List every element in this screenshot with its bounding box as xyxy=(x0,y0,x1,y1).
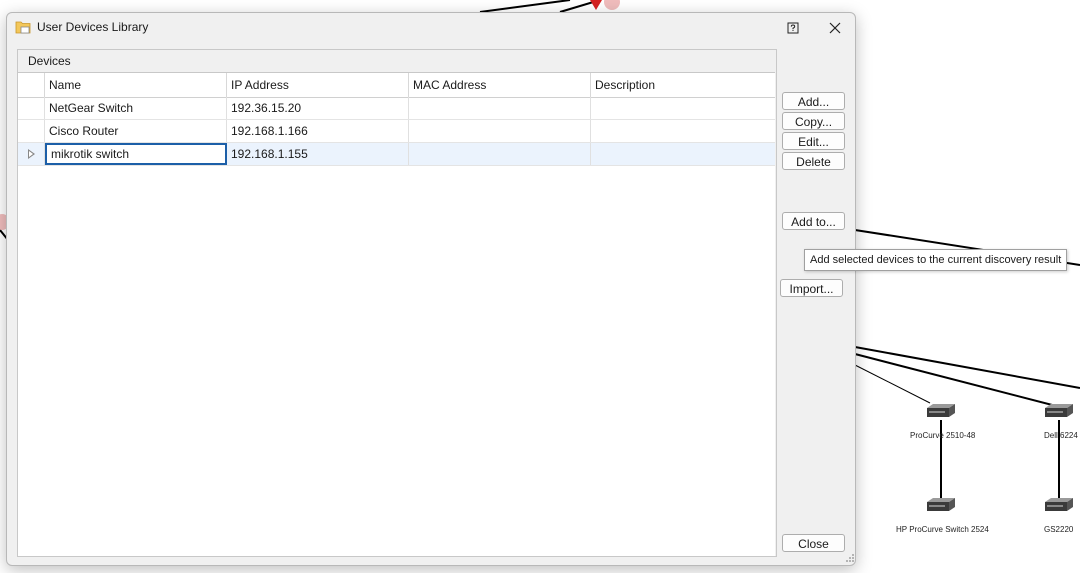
user-devices-library-dialog: User Devices Library Devices Name IP Add… xyxy=(6,12,856,566)
devices-group: Devices Name IP Address MAC Address Desc… xyxy=(17,49,777,557)
delete-button[interactable]: Delete xyxy=(782,152,845,170)
cell-mac[interactable] xyxy=(409,97,591,119)
table-row-selected[interactable]: mikrotik switch 192.168.1.155 xyxy=(18,143,775,166)
help-button[interactable] xyxy=(784,19,802,37)
switch-icon[interactable] xyxy=(1043,402,1075,420)
add-to-button[interactable]: Add to... xyxy=(782,212,845,230)
close-window-button[interactable] xyxy=(823,17,847,39)
table-row[interactable]: NetGear Switch 192.36.15.20 xyxy=(18,97,775,120)
cell-description[interactable] xyxy=(591,143,775,165)
column-header-name[interactable]: Name xyxy=(45,73,227,97)
add-button[interactable]: Add... xyxy=(782,92,845,110)
copy-button[interactable]: Copy... xyxy=(782,112,845,130)
node-label: ProCurve 2510-48 xyxy=(910,431,976,440)
header-indicator xyxy=(18,73,45,97)
column-header-ip[interactable]: IP Address xyxy=(227,73,409,97)
add-to-tooltip: Add selected devices to the current disc… xyxy=(804,249,1068,271)
table-row[interactable]: Cisco Router 192.168.1.166 xyxy=(18,120,775,143)
switch-icon[interactable] xyxy=(1043,496,1075,514)
cell-description[interactable] xyxy=(591,97,775,119)
cell-name-editor[interactable]: mikrotik switch xyxy=(45,143,227,165)
edit-button[interactable]: Edit... xyxy=(782,132,845,150)
close-icon xyxy=(829,22,841,34)
row-indicator xyxy=(18,120,45,142)
table-header: Name IP Address MAC Address Description xyxy=(18,73,775,98)
close-button[interactable]: Close xyxy=(782,534,845,552)
node-label: GS2220 xyxy=(1044,525,1074,534)
switch-icon[interactable] xyxy=(925,402,957,420)
column-header-description[interactable]: Description xyxy=(591,73,775,97)
help-icon xyxy=(787,22,799,34)
alert-marker xyxy=(590,0,602,10)
cell-name[interactable]: NetGear Switch xyxy=(45,97,227,119)
folder-icon xyxy=(15,21,31,34)
current-row-arrow-icon xyxy=(28,149,35,159)
devices-group-title: Devices xyxy=(28,54,71,68)
title-bar[interactable]: User Devices Library xyxy=(7,13,855,43)
node-label: Dell 6224 xyxy=(1044,431,1078,440)
cell-description[interactable] xyxy=(591,120,775,142)
dialog-title: User Devices Library xyxy=(37,20,149,34)
switch-icon[interactable] xyxy=(925,496,957,514)
cell-mac[interactable] xyxy=(409,143,591,165)
devices-table[interactable]: Name IP Address MAC Address Description … xyxy=(18,72,775,556)
node-label: HP ProCurve Switch 2524 xyxy=(896,525,989,534)
column-header-mac[interactable]: MAC Address xyxy=(409,73,591,97)
cell-ip[interactable]: 192.36.15.20 xyxy=(227,97,409,119)
cell-ip[interactable]: 192.168.1.166 xyxy=(227,120,409,142)
row-indicator xyxy=(18,143,45,165)
row-indicator xyxy=(18,97,45,119)
cell-name[interactable]: Cisco Router xyxy=(45,120,227,142)
cell-ip[interactable]: 192.168.1.155 xyxy=(227,143,409,165)
cell-mac[interactable] xyxy=(409,120,591,142)
import-button[interactable]: Import... xyxy=(780,279,843,297)
resize-grip-icon[interactable] xyxy=(845,553,855,563)
